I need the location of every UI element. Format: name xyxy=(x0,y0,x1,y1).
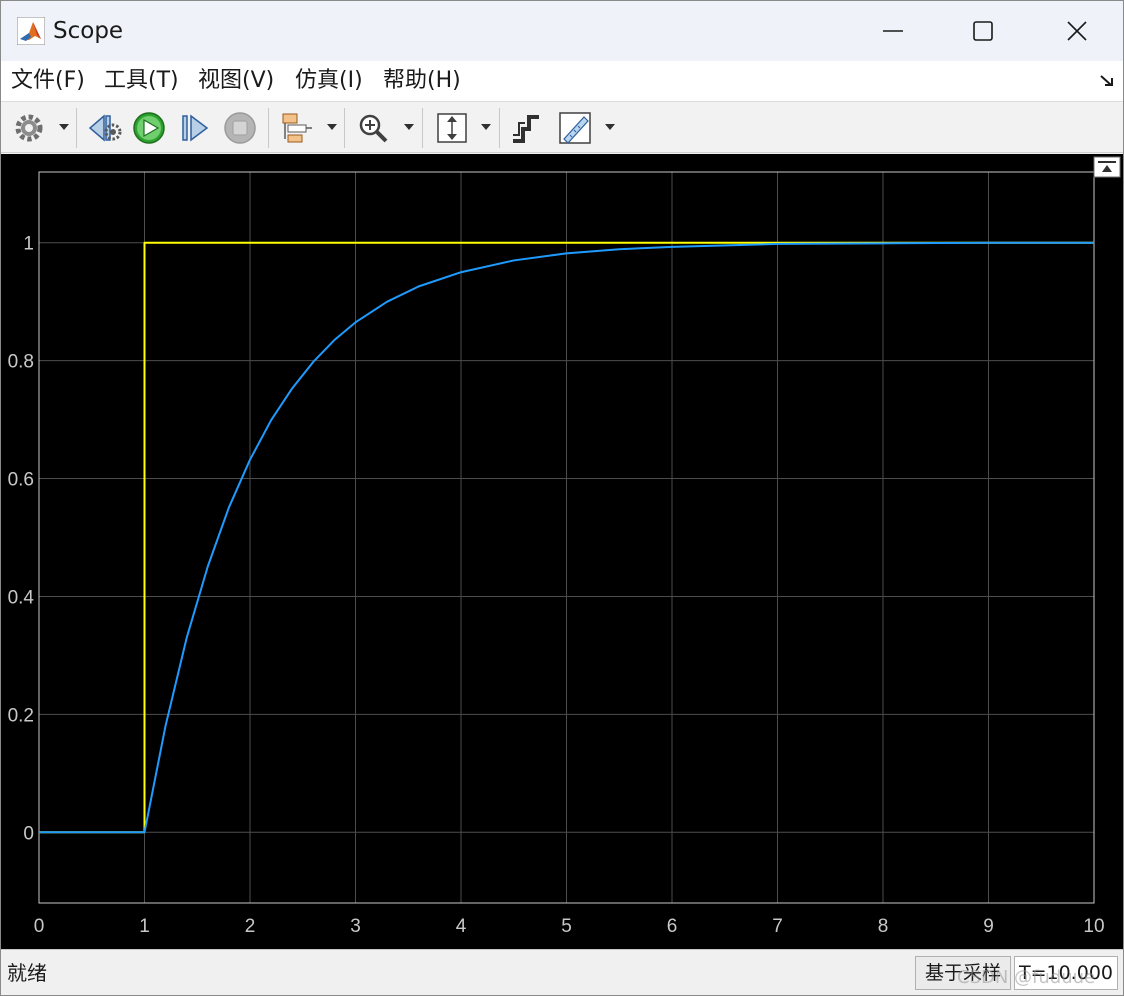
y-tick-label: 0.6 xyxy=(8,470,34,491)
y-tick-label: 1 xyxy=(23,234,34,255)
maximize-icon xyxy=(973,21,993,41)
run-button[interactable] xyxy=(131,110,167,146)
scale-dropdown[interactable] xyxy=(480,120,492,134)
menu-simulation[interactable]: 仿真(I) xyxy=(295,67,363,95)
y-tick-label: 0.8 xyxy=(8,352,34,373)
toolbar-separator xyxy=(76,108,77,148)
x-tick-label: 2 xyxy=(245,916,256,937)
title-bar: Scope xyxy=(1,1,1123,61)
x-tick-label: 1 xyxy=(139,916,150,937)
y-tick-label: 0.2 xyxy=(8,705,34,726)
dropdown-arrow-icon xyxy=(481,124,491,130)
scope-chart[interactable]: 0 1 2 3 4 5 6 7 8 9 10 0 0.2 0.4 0.6 0.8 1 xyxy=(1,154,1123,949)
dropdown-arrow-icon xyxy=(605,124,615,130)
step-back-button[interactable] xyxy=(87,110,123,146)
grid-lines xyxy=(38,172,1095,903)
dock-arrow-icon[interactable] xyxy=(1097,71,1117,91)
status-bar: 就绪 基于采样 T=10.000 xyxy=(1,949,1123,995)
undock-button[interactable] xyxy=(1093,156,1121,178)
menu-view[interactable]: 视图(V) xyxy=(198,67,274,95)
zoom-in-icon xyxy=(359,114,388,143)
step-forward-button[interactable] xyxy=(177,110,213,146)
measurements-icon xyxy=(559,112,591,144)
menu-file[interactable]: 文件(F) xyxy=(11,67,85,95)
x-tick-label: 6 xyxy=(667,916,678,937)
x-tick-label: 3 xyxy=(350,916,361,937)
run-icon xyxy=(133,112,165,144)
menu-help[interactable]: 帮助(H) xyxy=(383,67,461,95)
maximize-button[interactable] xyxy=(937,1,1029,61)
triggers-icon xyxy=(513,115,539,143)
minimize-icon xyxy=(883,30,903,32)
x-tick-label: 4 xyxy=(456,916,467,937)
x-tick-label: 9 xyxy=(983,916,994,937)
watermark: CSDN @fuduue xyxy=(957,967,1096,988)
scale-y-axis-icon xyxy=(437,113,467,143)
dropdown-arrow-icon xyxy=(59,124,69,130)
dropdown-arrow-icon xyxy=(327,124,337,130)
menu-bar: 文件(F) 工具(T) 视图(V) 仿真(I) 帮助(H) xyxy=(1,61,1123,101)
menu-tools[interactable]: 工具(T) xyxy=(104,67,179,95)
toolbar xyxy=(1,101,1123,153)
y-tick-label: 0 xyxy=(23,823,34,844)
toolbar-separator xyxy=(268,108,269,148)
triggers-button[interactable] xyxy=(508,110,544,146)
close-icon xyxy=(1067,21,1087,41)
stop-icon xyxy=(224,112,256,144)
step-forward-icon xyxy=(182,114,209,142)
toolbar-separator xyxy=(344,108,345,148)
stop-button[interactable] xyxy=(222,110,258,146)
scale-y-axis-button[interactable] xyxy=(434,110,470,146)
x-tick-label: 0 xyxy=(34,916,45,937)
x-tick-label: 5 xyxy=(561,916,572,937)
settings-button[interactable] xyxy=(11,110,47,146)
signal-select-dropdown[interactable] xyxy=(326,120,338,134)
close-button[interactable] xyxy=(1031,1,1123,61)
zoom-dropdown[interactable] xyxy=(403,120,415,134)
step-back-icon xyxy=(88,114,122,142)
zoom-in-button[interactable] xyxy=(355,110,391,146)
x-tick-label: 7 xyxy=(772,916,783,937)
signal-select-icon xyxy=(282,113,312,143)
toolbar-separator xyxy=(422,108,423,148)
minimize-button[interactable] xyxy=(847,1,939,61)
measurements-dropdown[interactable] xyxy=(604,120,616,134)
y-tick-label: 0.4 xyxy=(8,587,35,608)
matlab-logo-icon xyxy=(17,17,45,45)
signal-select-button[interactable] xyxy=(279,110,315,146)
scope-window: Scope 文件(F) 工具(T) 视图(V) 仿真(I) 帮助(H) 0 1 … xyxy=(0,0,1124,996)
toolbar-separator xyxy=(499,108,500,148)
scope-plot-area[interactable]: 0 1 2 3 4 5 6 7 8 9 10 0 0.2 0.4 0.6 0.8 1 xyxy=(1,154,1123,949)
measurements-button[interactable] xyxy=(557,110,593,146)
x-tick-label: 10 xyxy=(1083,916,1104,937)
status-ready: 就绪 xyxy=(7,961,47,985)
dropdown-arrow-icon xyxy=(404,124,414,130)
settings-dropdown[interactable] xyxy=(58,120,70,134)
settings-gear-icon xyxy=(15,114,43,142)
window-title: Scope xyxy=(53,18,124,44)
x-tick-label: 8 xyxy=(878,916,889,937)
tick-labels: 0 1 2 3 4 5 6 7 8 9 10 0 0.2 0.4 0.6 0.8 1 xyxy=(8,234,1105,937)
